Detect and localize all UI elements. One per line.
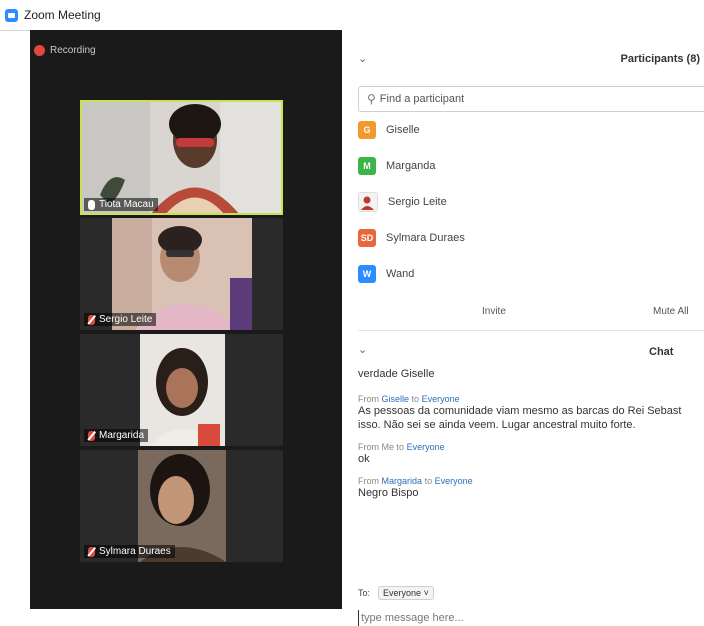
chat-message-input[interactable]: [358, 610, 701, 626]
participant-list-name: Wand: [386, 268, 415, 280]
chat-message: From Giselle to Everyone As pessoas da c…: [358, 394, 704, 432]
from-label: From: [358, 442, 379, 452]
microphone-muted-icon: [88, 314, 95, 325]
video-tile[interactable]: Margarida: [80, 334, 283, 446]
participant-name: Sergio Leite: [99, 314, 153, 325]
chat-messages: verdade Giselle From Giselle to Everyone…: [358, 368, 704, 510]
panel-divider: [358, 330, 704, 331]
recording-label: Recording: [50, 45, 96, 56]
mute-all-button[interactable]: Mute All: [647, 303, 695, 320]
participant-name: Margarida: [99, 430, 145, 441]
sender-name: Me: [381, 442, 395, 452]
chat-collapse-chevron-icon[interactable]: ⌄: [358, 343, 367, 356]
invite-button[interactable]: Invite: [476, 303, 512, 320]
avatar: W: [358, 265, 376, 283]
video-tile[interactable]: Tiota Macau: [80, 100, 283, 215]
avatar: M: [358, 157, 376, 175]
recipient-name[interactable]: Everyone: [435, 476, 473, 486]
profile-photo-icon: [360, 194, 376, 210]
side-panel: ⌄ Participants (8) ⚲ G Giselle M Margand…: [342, 30, 704, 626]
message-header: From Giselle to Everyone: [358, 394, 704, 404]
recipient-name[interactable]: Everyone: [422, 394, 460, 404]
video-tile[interactable]: Sergio Leite: [80, 218, 283, 330]
participant-list: G Giselle M Marganda Sergio Leite SD Syl…: [358, 112, 698, 292]
participant-row[interactable]: SD Sylmara Duraes: [358, 220, 698, 256]
participant-name-label: Sylmara Duraes: [84, 545, 175, 558]
participant-name: Sylmara Duraes: [99, 546, 171, 557]
participant-list-name: Sergio Leite: [388, 196, 447, 208]
microphone-icon: [88, 199, 95, 210]
sender-name[interactable]: Margarida: [382, 476, 423, 486]
avatar: SD: [358, 229, 376, 247]
chat-message: From Margarida to Everyone Negro Bispo: [358, 476, 704, 500]
participant-row[interactable]: G Giselle: [358, 112, 698, 148]
message-line: isso. Não sei se ainda veem. Lugar ances…: [358, 419, 636, 431]
from-label: From: [358, 476, 379, 486]
recording-indicator[interactable]: Recording: [34, 45, 96, 56]
video-tile[interactable]: Sylmara Duraes: [80, 450, 283, 562]
participant-row[interactable]: Sergio Leite: [358, 184, 698, 220]
microphone-muted-icon: [88, 430, 95, 441]
avatar: G: [358, 121, 376, 139]
participant-name-label: Sergio Leite: [84, 313, 157, 326]
chevron-down-icon: ˅: [423, 588, 429, 598]
recipient-value: Everyone: [383, 588, 422, 598]
window-titlebar: Zoom Meeting: [0, 0, 704, 31]
participant-name-label: Tiota Macau: [84, 198, 158, 211]
microphone-muted-icon: [88, 546, 95, 557]
recipient-name[interactable]: Everyone: [407, 442, 445, 452]
message-header: From Margarida to Everyone: [358, 476, 704, 486]
participant-row[interactable]: M Marganda: [358, 148, 698, 184]
to-label: to: [396, 442, 405, 452]
message-line: Negro Bispo: [358, 487, 419, 499]
message-header: From Me to Everyone: [358, 442, 704, 452]
participant-name: Tiota Macau: [99, 199, 154, 210]
video-gallery: Recording Tiota Macau Sergio Leite Marga…: [30, 30, 342, 609]
chat-message: From Me to Everyone ok: [358, 442, 704, 466]
sender-name[interactable]: Giselle: [382, 394, 410, 404]
participants-collapse-chevron-icon[interactable]: ⌄: [358, 52, 367, 65]
to-label: to: [424, 476, 433, 486]
participant-list-name: Sylmara Duraes: [386, 232, 465, 244]
message-line: As pessoas da comunidade viam mesmo as b…: [358, 405, 682, 417]
record-icon: [34, 45, 45, 56]
participant-search[interactable]: ⚲: [358, 86, 704, 112]
participant-search-input[interactable]: [379, 93, 630, 105]
to-label: To:: [358, 588, 371, 598]
to-label: to: [411, 394, 420, 404]
zoom-app-icon: [5, 8, 18, 22]
participant-list-name: Giselle: [386, 124, 420, 136]
chat-message-text: verdade Giselle: [358, 368, 435, 380]
window-title: Zoom Meeting: [24, 8, 101, 22]
avatar-photo: [358, 192, 378, 212]
message-line: ok: [358, 453, 370, 465]
chat-title: Chat: [649, 346, 674, 358]
search-icon: ⚲: [367, 92, 376, 106]
participant-list-name: Marganda: [386, 160, 436, 172]
chat-recipient-row: To: Everyone ˅: [358, 586, 434, 600]
participant-row[interactable]: W Wand: [358, 256, 698, 292]
participants-title: Participants (8): [620, 53, 700, 65]
participant-name-label: Margarida: [84, 429, 149, 442]
from-label: From: [358, 394, 379, 404]
recipient-dropdown[interactable]: Everyone ˅: [378, 586, 434, 600]
